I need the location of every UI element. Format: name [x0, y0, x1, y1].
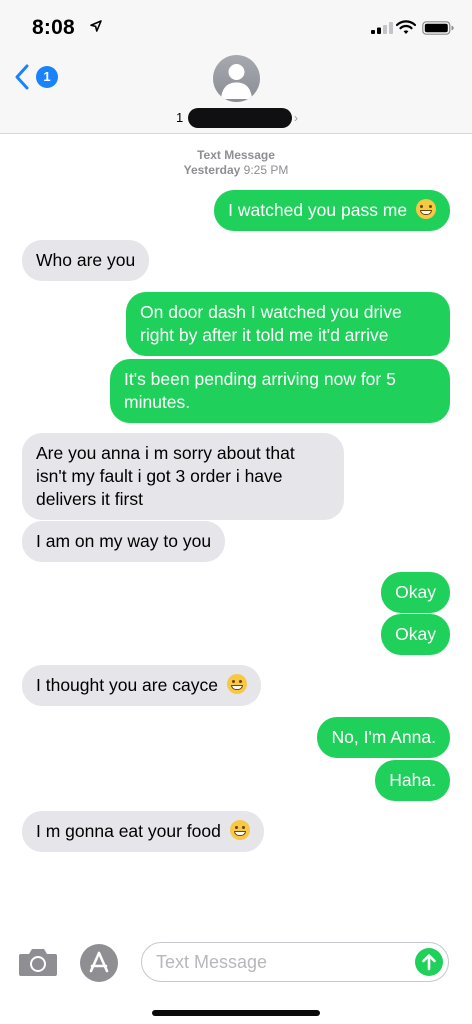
wifi-icon [396, 20, 416, 34]
location-arrow-icon [90, 20, 102, 32]
status-bar: 8:08 [0, 0, 472, 52]
unread-badge: 1 [36, 66, 58, 88]
received-message[interactable]: I m gonna eat your food [22, 811, 264, 852]
received-message[interactable]: Who are you [22, 240, 150, 281]
sent-message[interactable]: I watched you pass me [214, 190, 450, 231]
laughing-tears-emoji-icon [416, 199, 436, 219]
sent-message[interactable]: Okay [381, 614, 450, 655]
chevron-left-icon [15, 64, 29, 90]
app-store-button[interactable] [80, 944, 118, 982]
message-text: Are you anna i m sorry about that isn't … [36, 443, 295, 509]
timestamp-time: 9:25 PM [243, 163, 289, 177]
sent-message[interactable]: It's been pending arriving now for 5 min… [110, 359, 450, 423]
service-label: Text Message [197, 148, 275, 162]
avatar-icon [221, 64, 252, 99]
message-text: I thought you are cayce [36, 675, 218, 695]
chevron-right-icon: › [294, 111, 298, 125]
grinning-emoji-icon [229, 820, 250, 840]
message-text: Who are you [36, 250, 136, 270]
sent-message[interactable]: No, I'm Anna. [317, 717, 450, 758]
cellular-signal-icon [371, 22, 393, 34]
received-message[interactable]: Are you anna i m sorry about that isn't … [22, 433, 344, 520]
contact-avatar[interactable] [213, 55, 260, 102]
message-text: It's been pending arriving now for 5 min… [124, 369, 396, 412]
message-text: Haha. [389, 770, 436, 790]
send-arrow-icon [422, 954, 436, 971]
received-message[interactable]: I thought you are cayce [22, 665, 261, 706]
message-thread: Text Message Yesterday 9:25 PM I watched… [0, 134, 472, 924]
received-message[interactable]: I am on my way to you [22, 521, 226, 562]
sent-message[interactable]: Haha. [375, 760, 450, 801]
timestamp-day: Yesterday [183, 163, 241, 177]
send-button[interactable] [415, 948, 443, 976]
message-text: No, I'm Anna. [331, 727, 436, 747]
message-input[interactable] [156, 950, 406, 974]
message-text: On door dash I watched you drive right b… [140, 302, 402, 345]
message-text: I am on my way to you [36, 531, 212, 551]
message-text: Okay [395, 624, 436, 644]
app-store-icon [89, 951, 109, 973]
thread-timestamp: Text Message Yesterday 9:25 PM [0, 148, 472, 178]
battery-icon [422, 21, 454, 35]
compose-bar [0, 924, 472, 1024]
grinning-emoji-icon [226, 674, 247, 694]
message-text-field[interactable] [141, 942, 449, 982]
message-text: Okay [395, 582, 436, 602]
message-text: I m gonna eat your food [36, 821, 221, 841]
sent-message[interactable]: Okay [381, 572, 450, 613]
camera-icon[interactable] [18, 947, 58, 977]
home-indicator[interactable] [152, 1010, 320, 1016]
redacted-name-block [188, 108, 292, 128]
contact-name-prefix: 1 [176, 110, 184, 125]
back-button[interactable]: 1 [14, 62, 58, 92]
message-text: I watched you pass me [228, 200, 408, 220]
sent-message[interactable]: On door dash I watched you drive right b… [126, 292, 450, 356]
conversation-header: 1 1 › [0, 52, 472, 134]
status-time: 8:08 [32, 16, 75, 39]
